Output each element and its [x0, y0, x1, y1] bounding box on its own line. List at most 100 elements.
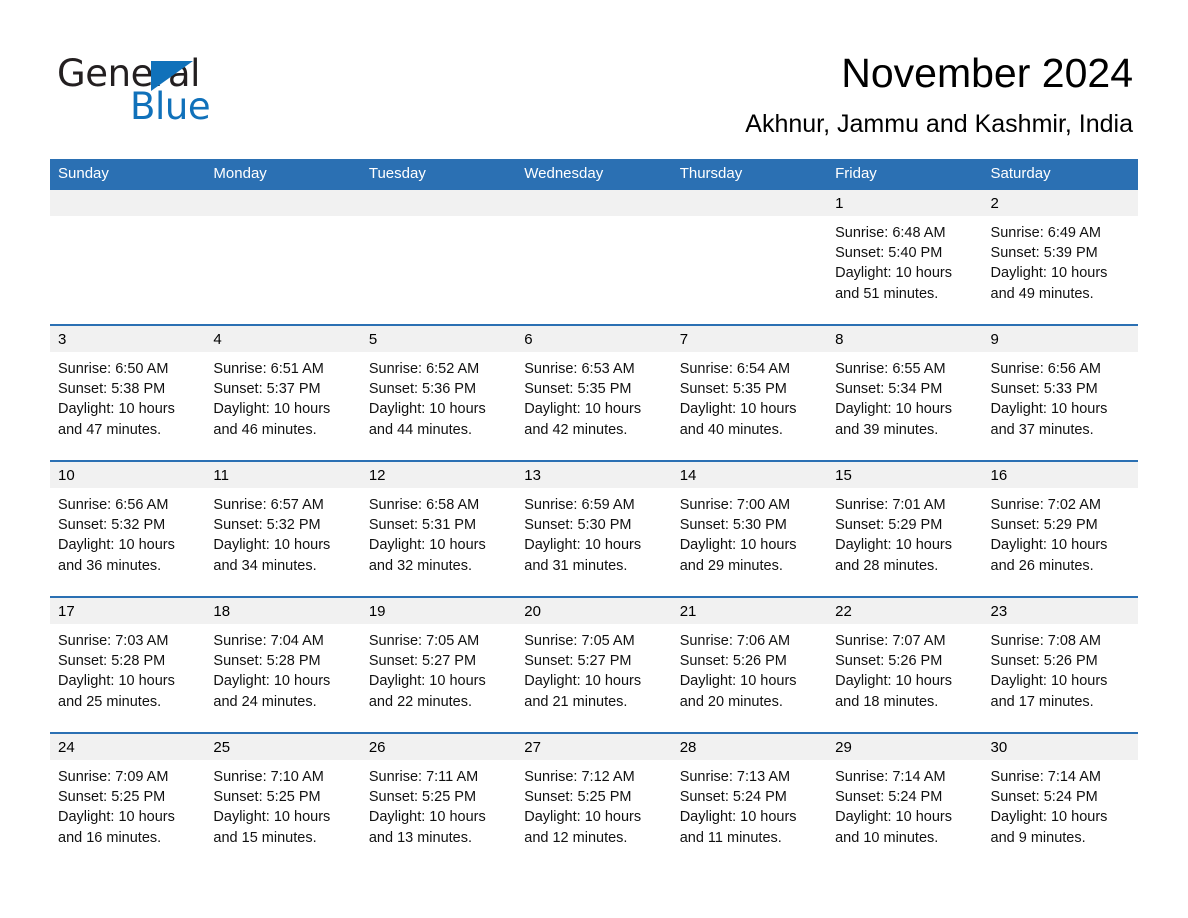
calendar-cell-inner: 27 Sunrise: 7:12 AM Sunset: 5:25 PM Dayligh… [516, 734, 672, 868]
sunrise-text: Sunrise: 6:53 AM [524, 361, 635, 377]
day-details: Sunrise: 6:54 AM Sunset: 5:35 PM Daylight:… [672, 352, 827, 440]
sunrise-text: Sunrise: 7:03 AM [58, 633, 169, 649]
day-number: 4 [205, 326, 361, 352]
calendar-day-cell[interactable]: 2 Sunrise: 6:49 AM Sunset: 5:39 PM Daylight… [982, 190, 1138, 325]
calendar-cell-empty [671, 190, 828, 325]
calendar-day-cell[interactable]: 8 Sunrise: 6:55 AM Sunset: 5:34 PM Daylight… [827, 324, 983, 461]
sunset-text: Sunset: 5:26 PM [990, 653, 1098, 670]
logo-text-blue: Blue [130, 85, 211, 128]
sunset-text: Sunset: 5:27 PM [524, 653, 632, 670]
daylight-text-line2: and 16 minutes. [58, 829, 162, 846]
day-number: 21 [671, 598, 828, 624]
calendar-day-cell[interactable]: 23 Sunrise: 7:08 AM Sunset: 5:26 PM Dayligh… [982, 596, 1138, 733]
calendar-day-cell[interactable]: 15 Sunrise: 7:01 AM Sunset: 5:29 PM Dayligh… [827, 460, 983, 597]
calendar-day-cell[interactable]: 11 Sunrise: 6:57 AM Sunset: 5:32 PM Dayligh… [205, 460, 361, 597]
calendar-day-cell[interactable]: 1 Sunrise: 6:48 AM Sunset: 5:40 PM Daylight… [827, 190, 983, 325]
calendar-day-cell[interactable]: 6 Sunrise: 6:53 AM Sunset: 5:35 PM Daylight… [516, 324, 672, 461]
calendar-day-cell[interactable]: 21 Sunrise: 7:06 AM Sunset: 5:26 PM Dayligh… [671, 596, 828, 733]
calendar-cell-inner: 13 Sunrise: 6:59 AM Sunset: 5:30 PM Dayligh… [516, 462, 672, 596]
sunrise-text: Sunrise: 7:08 AM [990, 633, 1101, 649]
sunset-text: Sunset: 5:25 PM [368, 789, 477, 806]
day-number: 16 [982, 462, 1138, 488]
calendar-day-cell[interactable]: 13 Sunrise: 6:59 AM Sunset: 5:30 PM Dayligh… [516, 460, 672, 597]
daylight-text-line2: and 9 minutes. [990, 829, 1086, 846]
day-details: Sunrise: 6:57 AM Sunset: 5:32 PM Daylight:… [205, 488, 360, 576]
calendar-day-cell[interactable]: 18 Sunrise: 7:04 AM Sunset: 5:28 PM Dayligh… [205, 596, 361, 733]
day-details: Sunrise: 6:49 AM Sunset: 5:39 PM Daylight:… [983, 216, 1138, 304]
day-number: 11 [205, 462, 361, 488]
day-details: Sunrise: 7:12 AM Sunset: 5:25 PM Daylight:… [516, 760, 671, 848]
calendar-day-cell[interactable]: 7 Sunrise: 6:54 AM Sunset: 5:35 PM Daylight… [671, 324, 828, 461]
calendar-cell-inner: 3 Sunrise: 6:50 AM Sunset: 5:38 PM Daylight… [50, 326, 206, 460]
calendar-day-cell[interactable]: 12 Sunrise: 6:58 AM Sunset: 5:31 PM Dayligh… [360, 460, 517, 597]
daylight-text-line1: Daylight: 10 hours [368, 537, 486, 554]
calendar-day-cell[interactable]: 29 Sunrise: 7:14 AM Sunset: 5:24 PM Dayligh… [827, 732, 983, 868]
sunrise-text: Sunrise: 7:09 AM [58, 769, 169, 785]
calendar-body: 1 Sunrise: 6:48 AM Sunset: 5:40 PM Daylight… [50, 190, 1138, 868]
daylight-text-line1: Daylight: 10 hours [990, 265, 1108, 282]
calendar-day-cell[interactable]: 30 Sunrise: 7:14 AM Sunset: 5:24 PM Dayligh… [982, 732, 1138, 868]
calendar-cell-inner [360, 190, 517, 324]
day-details: Sunrise: 6:58 AM Sunset: 5:31 PM Daylight:… [361, 488, 516, 576]
calendar-day-cell[interactable]: 10 Sunrise: 6:56 AM Sunset: 5:32 PM Dayligh… [50, 460, 206, 597]
sunrise-text: Sunrise: 6:56 AM [990, 361, 1101, 377]
day-number [360, 190, 517, 216]
day-details: Sunrise: 7:05 AM Sunset: 5:27 PM Daylight:… [516, 624, 671, 712]
sunset-text: Sunset: 5:30 PM [679, 517, 787, 534]
day-number: 7 [671, 326, 828, 352]
calendar-week-row: 3 Sunrise: 6:50 AM Sunset: 5:38 PM Daylight… [50, 324, 1138, 461]
calendar-cell-inner: 8 Sunrise: 6:55 AM Sunset: 5:34 PM Daylight… [827, 326, 983, 460]
sunset-text: Sunset: 5:37 PM [213, 381, 321, 398]
calendar-cell-empty [205, 190, 361, 325]
daylight-text-line2: and 26 minutes. [990, 557, 1094, 574]
calendar-day-cell[interactable]: 5 Sunrise: 6:52 AM Sunset: 5:36 PM Daylight… [360, 324, 517, 461]
daylight-text-line2: and 22 minutes. [368, 693, 473, 710]
day-number: 29 [827, 734, 983, 760]
daylight-text-line2: and 47 minutes. [58, 421, 162, 438]
calendar-day-cell[interactable]: 16 Sunrise: 7:02 AM Sunset: 5:29 PM Dayligh… [982, 460, 1138, 597]
calendar-day-cell[interactable]: 9 Sunrise: 6:56 AM Sunset: 5:33 PM Daylight… [982, 324, 1138, 461]
daylight-text-line2: and 17 minutes. [990, 693, 1094, 710]
sunrise-text: Sunrise: 7:14 AM [990, 769, 1101, 785]
daylight-text-line2: and 31 minutes. [524, 557, 628, 574]
daylight-text-line1: Daylight: 10 hours [213, 537, 331, 554]
calendar-header-row: Sunday Monday Tuesday Wednesday Thursday… [50, 159, 1138, 190]
calendar-day-cell[interactable]: 17 Sunrise: 7:03 AM Sunset: 5:28 PM Dayligh… [50, 596, 206, 733]
sunset-text: Sunset: 5:34 PM [835, 381, 943, 398]
calendar-day-cell[interactable]: 14 Sunrise: 7:00 AM Sunset: 5:30 PM Dayligh… [671, 460, 828, 597]
page-title: November 2024 [841, 50, 1133, 96]
general-blue-logo[interactable]: General Blue [57, 52, 287, 128]
calendar-day-cell[interactable]: 3 Sunrise: 6:50 AM Sunset: 5:38 PM Daylight… [50, 324, 206, 461]
calendar-day-cell[interactable]: 25 Sunrise: 7:10 AM Sunset: 5:25 PM Dayligh… [205, 732, 361, 868]
day-details: Sunrise: 7:06 AM Sunset: 5:26 PM Daylight:… [672, 624, 827, 712]
calendar-day-cell[interactable]: 28 Sunrise: 7:13 AM Sunset: 5:24 PM Dayligh… [671, 732, 828, 868]
sunrise-sunset-calendar: Sunday Monday Tuesday Wednesday Thursday… [50, 159, 1138, 868]
calendar-day-cell[interactable]: 4 Sunrise: 6:51 AM Sunset: 5:37 PM Daylight… [205, 324, 361, 461]
calendar-day-cell[interactable]: 27 Sunrise: 7:12 AM Sunset: 5:25 PM Dayligh… [516, 732, 672, 868]
daylight-text-line2: and 32 minutes. [368, 557, 473, 574]
calendar-day-cell[interactable]: 22 Sunrise: 7:07 AM Sunset: 5:26 PM Dayligh… [827, 596, 983, 733]
calendar-day-cell[interactable]: 24 Sunrise: 7:09 AM Sunset: 5:25 PM Dayligh… [50, 732, 206, 868]
daylight-text-line1: Daylight: 10 hours [58, 537, 175, 554]
day-number: 17 [50, 598, 206, 624]
day-details: Sunrise: 7:14 AM Sunset: 5:24 PM Daylight:… [827, 760, 982, 848]
calendar-week-row: 17 Sunrise: 7:03 AM Sunset: 5:28 PM Dayligh… [50, 596, 1138, 733]
daylight-text-line2: and 44 minutes. [368, 421, 473, 438]
calendar-day-cell[interactable]: 19 Sunrise: 7:05 AM Sunset: 5:27 PM Dayligh… [360, 596, 517, 733]
sunset-text: Sunset: 5:28 PM [58, 653, 166, 670]
calendar-day-cell[interactable]: 20 Sunrise: 7:05 AM Sunset: 5:27 PM Dayligh… [516, 596, 672, 733]
daylight-text-line1: Daylight: 10 hours [990, 401, 1108, 418]
calendar-day-cell[interactable]: 26 Sunrise: 7:11 AM Sunset: 5:25 PM Dayligh… [360, 732, 517, 868]
sunrise-text: Sunrise: 7:06 AM [679, 633, 791, 649]
day-number: 27 [516, 734, 672, 760]
calendar-cell-inner: 11 Sunrise: 6:57 AM Sunset: 5:32 PM Dayligh… [205, 462, 361, 596]
day-number: 26 [360, 734, 517, 760]
sunrise-text: Sunrise: 7:04 AM [213, 633, 324, 649]
day-details: Sunrise: 6:48 AM Sunset: 5:40 PM Daylight:… [827, 216, 982, 304]
day-number: 1 [827, 190, 983, 216]
day-number: 25 [205, 734, 361, 760]
sunset-text: Sunset: 5:39 PM [990, 245, 1098, 262]
daylight-text-line2: and 51 minutes. [835, 285, 939, 302]
day-details: Sunrise: 7:10 AM Sunset: 5:25 PM Daylight:… [205, 760, 360, 848]
title-block: November 2024 Akhnur, Jammu and Kashmir,… [433, 46, 1133, 142]
